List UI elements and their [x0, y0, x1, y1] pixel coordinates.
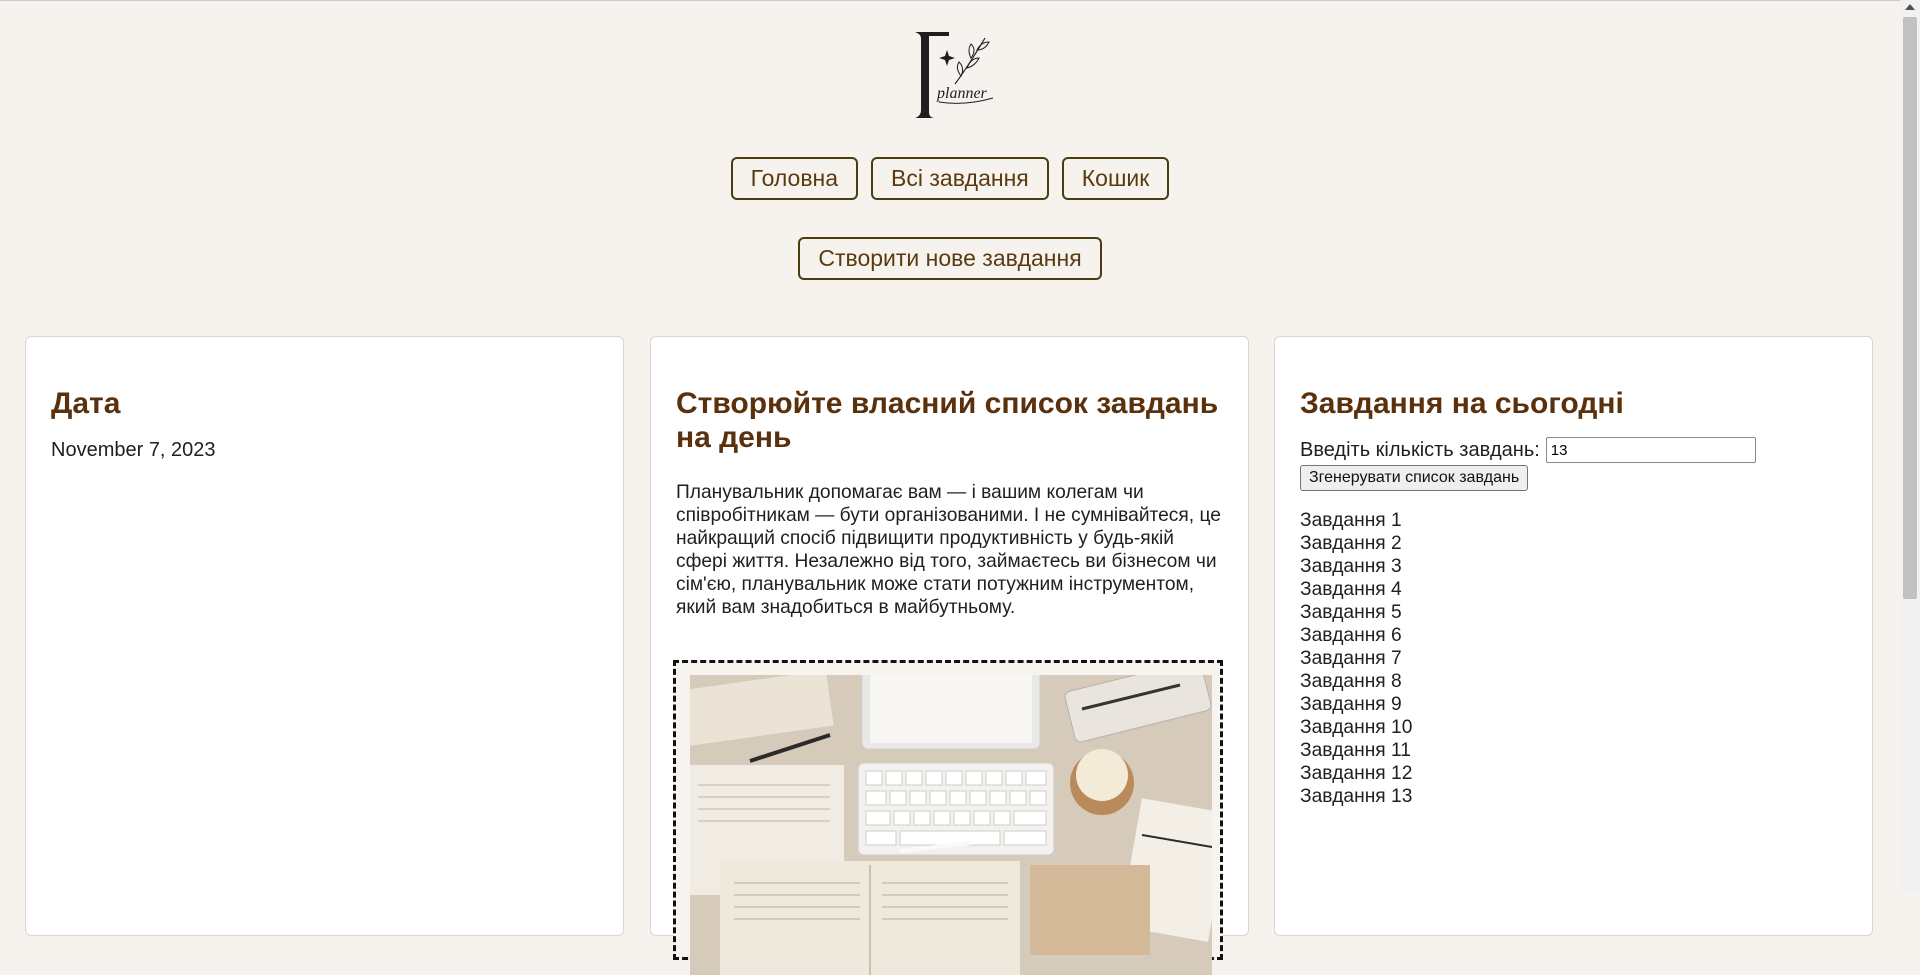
date-card: Дата November 7, 2023 — [25, 336, 624, 936]
task-list-item: Завдання 1 — [1300, 510, 1402, 531]
task-list-item: Завдання 6 — [1300, 625, 1402, 646]
scroll-up-arrow-icon[interactable] — [1905, 4, 1915, 10]
task-count-input[interactable] — [1545, 437, 1756, 463]
create-area: Створити нове завдання — [0, 237, 1900, 280]
info-description: Планувальник допомагає вам — і вашим кол… — [676, 482, 1221, 618]
desk-photo — [690, 675, 1212, 975]
logo-icon: planner — [915, 32, 994, 118]
current-date: November 7, 2023 — [51, 439, 216, 461]
task-list-item: Завдання 7 — [1300, 648, 1402, 669]
top-border — [0, 0, 1900, 1]
create-task-button[interactable]: Створити нове завдання — [798, 237, 1102, 280]
today-tasks-title: Завдання на сьогодні — [1300, 387, 1624, 420]
task-list-item: Завдання 4 — [1300, 579, 1402, 600]
generate-tasks-button[interactable]: Згенерувати список завдань — [1300, 465, 1529, 491]
nav-all-tasks-button[interactable]: Всі завдання — [871, 157, 1049, 200]
main-nav: Головна Всі завдання Кошик — [0, 157, 1900, 200]
photo-frame — [673, 660, 1223, 975]
task-list-item: Завдання 2 — [1300, 533, 1402, 554]
svg-text:planner: planner — [936, 85, 988, 102]
task-count-row: Введіть кількість завдань: — [1300, 437, 1847, 463]
task-list-item: Завдання 5 — [1300, 602, 1402, 623]
task-list: Завдання 1 Завдання 2 Завдання 3 Завдання 4… — [1300, 509, 1847, 808]
task-list-item: Завдання 10 — [1300, 717, 1413, 738]
today-tasks-card: Завдання на сьогодні Введіть кількість з… — [1274, 336, 1873, 936]
task-list-item: Завдання 12 — [1300, 763, 1413, 784]
date-card-title: Дата — [51, 387, 121, 420]
planner-logo[interactable]: planner — [909, 28, 997, 120]
task-list-item: Завдання 3 — [1300, 556, 1402, 577]
nav-trash-button[interactable]: Кошик — [1061, 157, 1170, 200]
scrollbar-thumb[interactable] — [1903, 17, 1917, 599]
task-count-label: Введіть кількість завдань: — [1300, 438, 1540, 461]
task-list-item: Завдання 11 — [1300, 740, 1411, 761]
info-card: Створюйте власний список завдань на день… — [650, 336, 1249, 975]
task-list-item: Завдання 9 — [1300, 694, 1402, 715]
task-list-item: Завдання 13 — [1300, 786, 1413, 807]
info-card-title: Створюйте власний список завдань на день — [676, 387, 1219, 454]
task-list-item: Завдання 8 — [1300, 671, 1402, 692]
nav-home-button[interactable]: Головна — [730, 157, 859, 200]
